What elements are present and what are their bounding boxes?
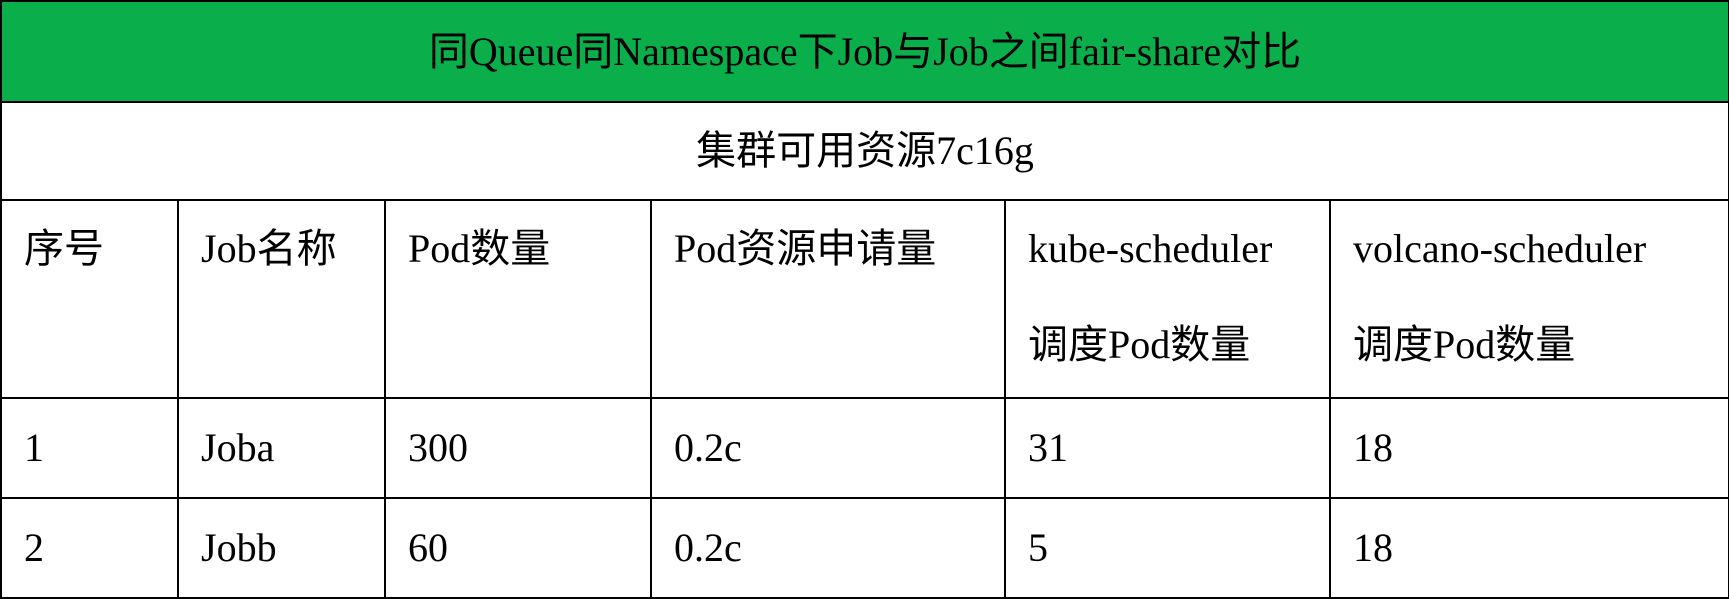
header-row: 序号 Job名称 Pod数量 Pod资源申请量 kube-scheduler 调度Pod数… <box>0 199 1729 399</box>
table-cell: Joba <box>177 397 386 499</box>
column-header-text: Job名称 <box>201 226 337 271</box>
table-subtitle: 集群可用资源7c16g <box>0 101 1729 201</box>
column-header: volcano-scheduler 调度Pod数量 <box>1328 199 1729 399</box>
table-cell: 0.2c <box>650 497 1006 599</box>
table-cell: Jobb <box>177 497 386 599</box>
column-header-text: Pod资源申请量 <box>674 226 937 271</box>
table-cell: 60 <box>384 497 652 599</box>
table-cell: 18 <box>1328 497 1729 599</box>
table-container: 同Queue同Namespace下Job与Job之间fair-share对比 集… <box>0 0 1729 599</box>
table-cell: 1 <box>0 397 179 499</box>
table-cell: 300 <box>384 397 652 499</box>
subtitle-row: 集群可用资源7c16g <box>0 101 1729 201</box>
column-header-text: kube-scheduler <box>1028 226 1273 271</box>
table-row: 1 Joba 300 0.2c 31 18 <box>0 397 1729 499</box>
column-header: kube-scheduler 调度Pod数量 <box>1004 199 1331 399</box>
column-header-text: Pod数量 <box>408 226 551 271</box>
column-header: 序号 <box>0 199 179 399</box>
column-header: Job名称 <box>177 199 386 399</box>
column-header: Pod资源申请量 <box>650 199 1006 399</box>
table-cell: 31 <box>1004 397 1331 499</box>
column-header-text: volcano-scheduler <box>1353 226 1647 271</box>
column-header: Pod数量 <box>384 199 652 399</box>
table-cell: 0.2c <box>650 397 1006 499</box>
table-row: 2 Jobb 60 0.2c 5 18 <box>0 497 1729 599</box>
column-header-text: 调度Pod数量 <box>1028 322 1251 367</box>
title-row: 同Queue同Namespace下Job与Job之间fair-share对比 <box>0 0 1729 103</box>
table-cell: 5 <box>1004 497 1331 599</box>
table-cell: 18 <box>1328 397 1729 499</box>
column-header-text: 序号 <box>24 226 104 271</box>
table-title: 同Queue同Namespace下Job与Job之间fair-share对比 <box>0 0 1729 103</box>
table-cell: 2 <box>0 497 179 599</box>
fair-share-table: 同Queue同Namespace下Job与Job之间fair-share对比 集… <box>0 0 1729 599</box>
column-header-text: 调度Pod数量 <box>1353 322 1576 367</box>
